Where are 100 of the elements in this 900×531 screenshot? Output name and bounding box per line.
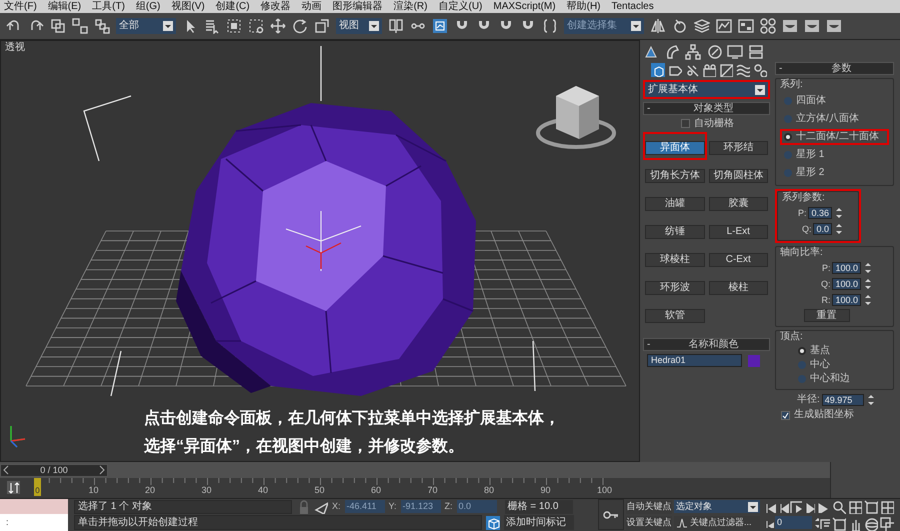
rectangle-region-icon[interactable] (226, 18, 242, 34)
object-type-button[interactable]: 切角长方体 (645, 169, 704, 183)
radio-button[interactable] (798, 347, 806, 355)
spinner-icon[interactable] (834, 222, 844, 236)
curve-editor-icon[interactable] (716, 18, 732, 34)
option-row[interactable]: 四面体 (784, 95, 887, 107)
named-selection-icon[interactable] (542, 18, 558, 34)
align-icon[interactable] (672, 18, 688, 34)
motion-tab-icon[interactable] (706, 44, 722, 60)
object-type-button[interactable]: 软管 (645, 309, 704, 323)
object-type-button[interactable]: 切角圆柱体 (708, 169, 768, 183)
rotate-icon[interactable] (292, 18, 308, 34)
menu-item[interactable]: 编辑(E) (48, 2, 82, 12)
zoom-region-icon[interactable] (832, 516, 846, 530)
mirror-icon[interactable] (650, 18, 666, 34)
option-row[interactable]: 立方体/八面体 (784, 113, 887, 125)
dropdown-caret-icon[interactable] (631, 21, 641, 31)
bind-icon[interactable] (94, 18, 110, 34)
menu-item[interactable]: 动画 (302, 2, 322, 12)
select-by-name-icon[interactable] (204, 18, 220, 34)
utilities-tab-icon[interactable] (748, 44, 764, 60)
absolute-mode-icon[interactable] (314, 500, 328, 514)
coordinate-field[interactable]: -46.411 (344, 500, 385, 514)
dropdown-caret-icon[interactable] (369, 21, 379, 31)
object-type-button[interactable]: L-Ext (708, 225, 768, 239)
menu-item[interactable]: 帮助(H) (566, 2, 600, 12)
number-field[interactable]: 0.36 (808, 207, 832, 219)
number-field[interactable]: 0.0 (813, 223, 832, 235)
viewcube-icon[interactable] (536, 86, 616, 149)
selection-filter-dropdown[interactable]: 全部 (116, 18, 176, 34)
object-type-button[interactable]: 纺锤 (645, 225, 704, 239)
move-icon[interactable] (270, 18, 286, 34)
menu-item[interactable]: 文件(F) (4, 2, 37, 12)
object-type-button[interactable]: 环形波 (645, 281, 704, 295)
spinner-icon[interactable] (834, 206, 844, 220)
pivot-icon[interactable] (388, 18, 404, 34)
checkbox[interactable] (681, 119, 690, 128)
mini-curve-editor-icon[interactable] (6, 480, 20, 494)
spinner-icon[interactable] (863, 261, 873, 275)
set-key-button[interactable] (598, 499, 624, 530)
systems-icon[interactable] (753, 63, 767, 77)
object-type-button[interactable]: 棱柱 (708, 281, 768, 295)
viewport-label[interactable]: 透视 (5, 43, 25, 53)
object-type-button[interactable]: 异面体 (645, 141, 704, 155)
menu-item[interactable]: 创建(C) (216, 2, 250, 12)
material-editor-icon[interactable] (760, 18, 776, 34)
window-crossing-icon[interactable] (248, 18, 264, 34)
radio-button[interactable] (798, 361, 806, 369)
object-type-button[interactable]: 油罐 (645, 197, 704, 211)
time-tag-label[interactable]: 添加时间标记 (504, 515, 574, 530)
rollout-header[interactable]: - 名称和颜色 (643, 338, 770, 351)
zoom-all-icon[interactable] (848, 500, 862, 514)
radio-button[interactable] (784, 151, 792, 159)
key-mode-dropdown[interactable]: 选定对象 (674, 500, 760, 514)
cameras-icon[interactable] (702, 63, 716, 77)
object-type-button[interactable]: 胶囊 (708, 197, 768, 211)
menu-item[interactable]: 渲染(R) (394, 2, 428, 12)
geometry-icon[interactable] (651, 63, 665, 77)
frame-field[interactable]: 0 (775, 516, 812, 530)
selection-set-dropdown[interactable]: 创建选择集 (564, 18, 644, 34)
reference-coordinate-dropdown[interactable]: 视图 (336, 18, 382, 34)
space-warps-icon[interactable] (736, 63, 750, 77)
menu-item[interactable]: MAXScript(M) (493, 2, 556, 12)
number-field[interactable]: 100.0 (832, 294, 861, 306)
zoom-extents-icon[interactable] (864, 500, 878, 514)
maxscript-listener[interactable]: : (0, 514, 68, 531)
reset-button[interactable]: 重置 (804, 309, 850, 322)
dropdown-caret-icon[interactable] (755, 84, 765, 94)
color-swatch[interactable] (748, 354, 760, 366)
display-tab-icon[interactable] (727, 44, 743, 60)
menu-item[interactable]: 图形编辑器 (332, 2, 383, 12)
rollout-header[interactable]: - 参数 (775, 62, 894, 75)
menu-item[interactable]: Tentacles (612, 2, 654, 12)
radio-button[interactable] (784, 133, 792, 141)
number-field[interactable]: 49.975 (822, 394, 864, 406)
time-slider-thumb[interactable]: 0 / 100 (0, 464, 108, 476)
modify-tab-icon[interactable] (664, 44, 680, 60)
go-to-end-icon[interactable] (816, 500, 828, 513)
option-row[interactable]: 星形 1 (784, 149, 887, 161)
menu-item[interactable]: 工具(T) (92, 2, 125, 12)
coordinate-field[interactable]: -91.123 (400, 500, 441, 514)
render-icon[interactable] (826, 18, 842, 34)
dropdown-caret-icon[interactable] (163, 21, 173, 31)
name-field[interactable]: Hedra01 (647, 354, 742, 367)
polyhedron-drawing[interactable] (176, 103, 476, 396)
menu-item[interactable]: 修改器 (260, 2, 291, 12)
number-field[interactable]: 100.0 (832, 262, 861, 274)
play-icon[interactable] (790, 500, 802, 513)
render-setup-icon[interactable] (782, 18, 798, 34)
zoom-icon[interactable] (832, 500, 846, 514)
coordinate-field[interactable]: 0.0 (456, 500, 497, 514)
menu-item[interactable]: 组(G) (136, 2, 160, 12)
schematic-view-icon[interactable] (738, 18, 754, 34)
snap-toggle-icon[interactable] (432, 18, 448, 34)
link-icon[interactable] (50, 18, 66, 34)
number-field[interactable]: 100.0 (832, 278, 861, 290)
dropdown-caret-icon[interactable] (748, 502, 758, 512)
checkbox[interactable] (781, 410, 790, 420)
create-tab-icon[interactable] (643, 44, 659, 60)
current-frame-marker[interactable]: 0 (34, 478, 41, 496)
